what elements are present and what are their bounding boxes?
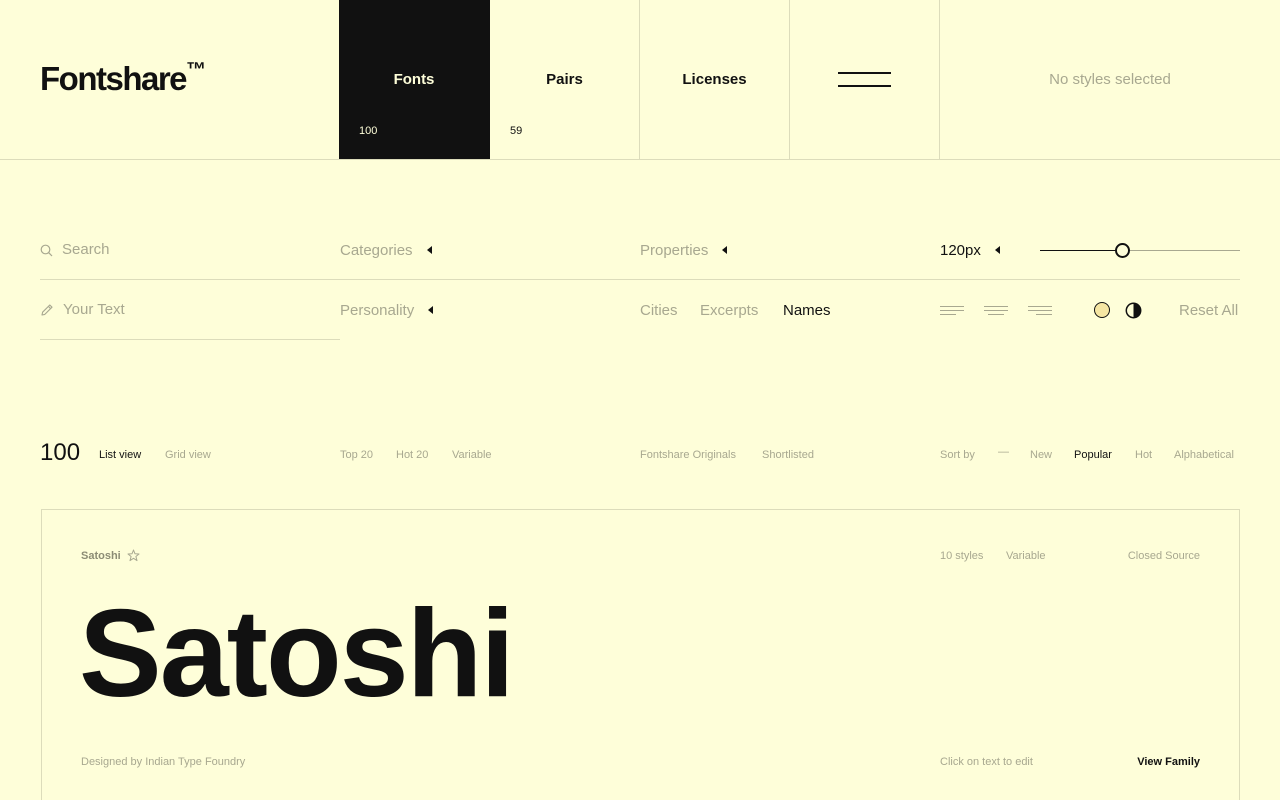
custom-text-input[interactable]: Your Text <box>63 301 125 318</box>
sample-excerpts-button[interactable]: Excerpts <box>700 302 758 319</box>
tab-fonts-label: Fonts <box>393 71 435 88</box>
divider <box>40 279 1240 280</box>
light-theme-toggle[interactable] <box>1094 302 1110 318</box>
caret-left-icon <box>426 246 432 255</box>
sort-popular[interactable]: Popular <box>1074 449 1112 461</box>
font-card: Satoshi 10 styles Variable Closed Source… <box>41 509 1240 800</box>
align-left-icon[interactable] <box>940 305 964 315</box>
tab-pairs-label: Pairs <box>546 71 583 88</box>
view-family-link[interactable]: View Family <box>1137 756 1200 768</box>
star-icon[interactable] <box>127 549 140 562</box>
site-header: Fontshare™ Fonts 100 Pairs 59 Licenses N… <box>0 0 1280 160</box>
sample-cities-button[interactable]: Cities <box>640 302 678 319</box>
sort-separator: — <box>998 446 1009 458</box>
styles-count: 10 styles <box>940 550 984 562</box>
logo-text[interactable]: Fontshare <box>40 60 188 97</box>
sort-label: Sort by <box>940 449 975 461</box>
font-count: 100 <box>40 439 81 466</box>
size-slider-fill <box>1040 250 1122 251</box>
tab-licenses-label: Licenses <box>682 71 747 88</box>
caret-left-icon <box>994 246 1000 255</box>
grid-view-button[interactable]: Grid view <box>165 449 211 461</box>
text-field-underline <box>40 339 340 340</box>
variable-badge: Variable <box>1006 550 1046 562</box>
custom-text-field[interactable]: Your Text <box>40 301 340 321</box>
filter-hot20[interactable]: Hot 20 <box>396 449 428 461</box>
list-view-button[interactable]: List view <box>99 449 141 461</box>
personality-label: Personality <box>340 302 415 319</box>
tab-pairs-count: 59 <box>510 125 523 137</box>
sort-hot[interactable]: Hot <box>1135 449 1152 461</box>
menu-button[interactable] <box>790 0 940 159</box>
designer-credit: Designed by Indian Type Foundry <box>81 756 246 768</box>
sample-names-button[interactable]: Names <box>783 302 831 319</box>
tab-fonts-count: 100 <box>359 125 378 137</box>
tab-pairs[interactable]: Pairs 59 <box>490 0 640 159</box>
size-slider-thumb[interactable] <box>1114 243 1130 258</box>
filter-shortlisted[interactable]: Shortlisted <box>762 449 814 461</box>
contrast-icon[interactable] <box>1125 302 1142 319</box>
search-field[interactable]: Search <box>40 241 340 261</box>
search-input[interactable]: Search <box>62 241 110 258</box>
sort-alphabetical[interactable]: Alphabetical <box>1174 449 1234 461</box>
reset-all-button[interactable]: Reset All <box>1179 302 1238 319</box>
caret-left-icon <box>428 306 434 315</box>
search-icon <box>40 244 53 257</box>
tab-fonts[interactable]: Fonts 100 <box>339 0 490 159</box>
properties-dropdown[interactable]: Properties <box>640 242 728 259</box>
size-dropdown[interactable]: 120px <box>940 242 1000 259</box>
filter-top20[interactable]: Top 20 <box>340 449 373 461</box>
filter-fontshare-originals[interactable]: Fontshare Originals <box>640 449 736 461</box>
personality-dropdown[interactable]: Personality <box>340 302 434 319</box>
categories-label: Categories <box>340 242 413 259</box>
selection-status: No styles selected <box>1049 71 1171 88</box>
properties-label: Properties <box>640 242 709 259</box>
font-specimen[interactable]: Satoshi <box>79 587 515 722</box>
size-value: 120px <box>940 242 981 259</box>
site-logo[interactable]: Fontshare™ <box>40 59 207 97</box>
pencil-icon <box>41 304 53 316</box>
align-right-icon[interactable] <box>1028 305 1052 315</box>
caret-left-icon <box>722 246 728 255</box>
logo-trademark: ™ <box>186 59 207 81</box>
tab-licenses[interactable]: Licenses <box>640 0 790 159</box>
filter-variable[interactable]: Variable <box>452 449 492 461</box>
categories-dropdown[interactable]: Categories <box>340 242 432 259</box>
sort-new[interactable]: New <box>1030 449 1052 461</box>
license-type: Closed Source <box>1127 550 1200 562</box>
edit-hint: Click on text to edit <box>940 756 1033 768</box>
align-center-icon[interactable] <box>984 305 1008 315</box>
font-name-link[interactable]: Satoshi <box>81 550 121 562</box>
